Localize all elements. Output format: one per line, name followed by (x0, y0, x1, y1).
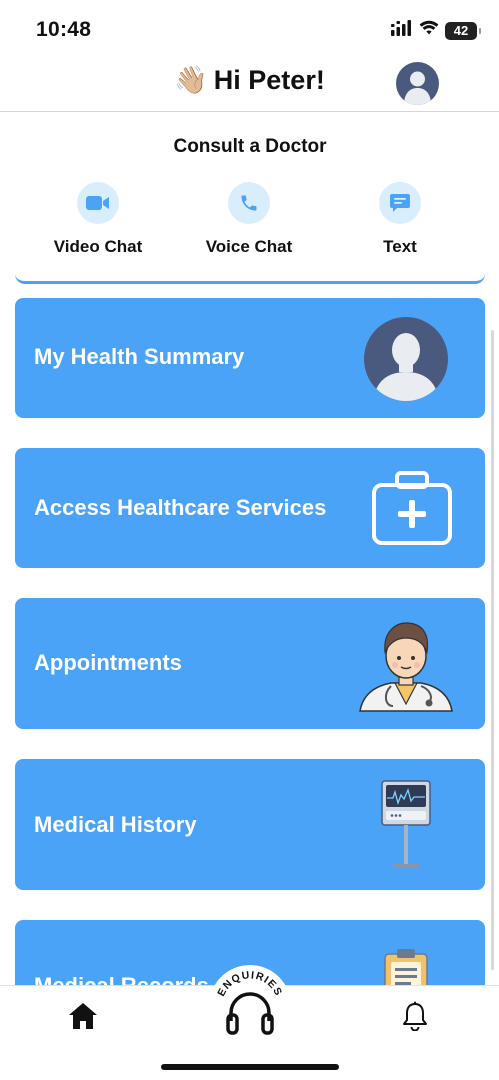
voice-chat-option[interactable]: Voice Chat (179, 182, 319, 257)
appointments-label: Appointments (34, 650, 182, 675)
text-option[interactable]: Text (330, 182, 470, 257)
status-bar: 10:48 42 (0, 0, 499, 58)
wave-icon: 👋🏼 (174, 65, 208, 95)
voice-chat-label: Voice Chat (205, 237, 293, 256)
home-icon[interactable] (68, 1002, 98, 1035)
status-time: 10:48 (36, 18, 92, 41)
my-health-summary-label: My Health Summary (34, 344, 245, 369)
avatar[interactable] (396, 62, 439, 105)
wifi-icon (419, 20, 439, 41)
medical-history-label: Medical History (34, 812, 197, 837)
access-healthcare-services-label: Access Healthcare Services (34, 495, 327, 520)
video-chat-label: Video Chat (53, 237, 143, 256)
text-label: Text (383, 237, 417, 256)
battery-level: 42 (453, 23, 469, 38)
phone-icon (228, 182, 270, 224)
bell-icon[interactable] (402, 1001, 428, 1036)
signal-icon (391, 20, 413, 41)
user-silhouette-icon (363, 316, 449, 407)
video-chat-option[interactable]: Video Chat (28, 182, 168, 257)
status-icons: 42 (391, 20, 481, 41)
access-healthcare-services-card[interactable]: Access Healthcare Services (15, 448, 485, 568)
chat-bubble-icon (379, 182, 421, 224)
scrollbar[interactable] (491, 330, 494, 970)
my-health-summary-card[interactable]: My Health Summary (15, 298, 485, 418)
first-aid-kit-icon (371, 470, 453, 551)
headphones-icon (226, 992, 274, 1035)
video-camera-icon (77, 182, 119, 224)
greeting-text: Hi Peter! (213, 65, 325, 95)
heart-monitor-icon (380, 779, 432, 876)
enquiries-button[interactable]: ENQUIRIES (209, 965, 291, 1047)
home-indicator (161, 1064, 339, 1070)
header: 👋🏼 Hi Peter! (0, 58, 499, 112)
medical-history-card[interactable]: Medical History (15, 759, 485, 890)
battery-icon: 42 (445, 21, 481, 40)
appointments-card[interactable]: Appointments (15, 598, 485, 729)
consult-title: Consult a Doctor (173, 136, 327, 157)
consult-doctor-card: Consult a Doctor Video Chat Voice Chat T… (15, 112, 485, 284)
doctor-illustration-icon (357, 614, 455, 717)
user-avatar-icon (404, 71, 431, 105)
